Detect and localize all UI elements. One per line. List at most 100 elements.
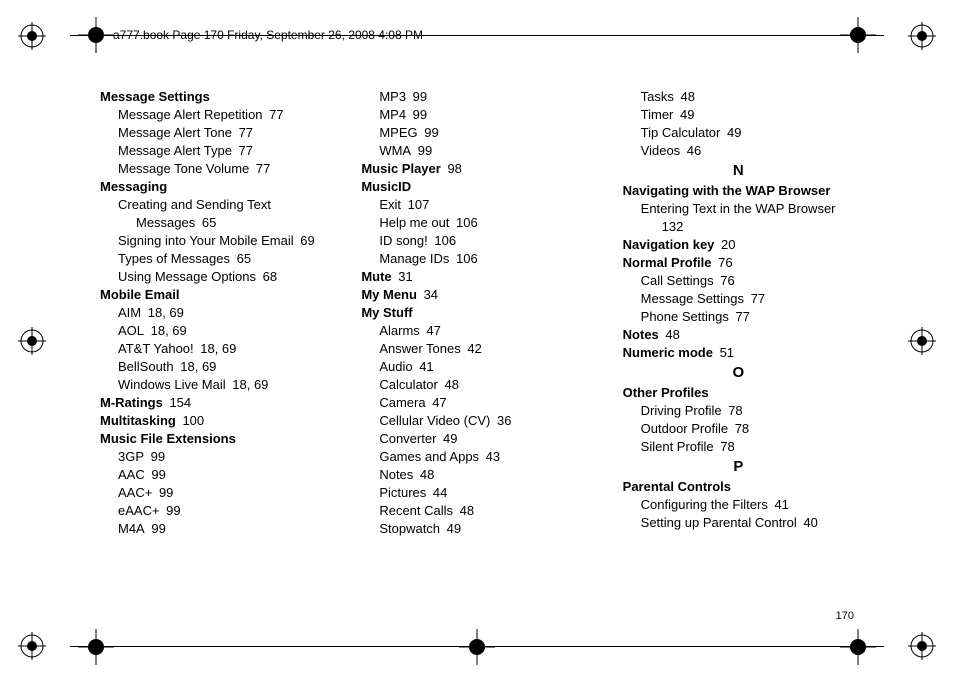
page-ref: 99: [409, 89, 427, 104]
index-heading: Navigation key 20: [623, 236, 854, 254]
index-section-letter: N: [623, 162, 854, 180]
index-entry: Audio 41: [379, 358, 592, 376]
index-heading: Music File Extensions: [100, 430, 331, 448]
index-entry: Videos 46: [641, 142, 854, 160]
index-entry: Messages 65: [136, 214, 331, 232]
page-ref: 78: [731, 421, 749, 436]
index-entry: MP3 99: [379, 88, 592, 106]
index-column: Tasks 48Timer 49Tip Calculator 49Videos …: [623, 88, 854, 592]
crop-mark-icon: [78, 17, 114, 53]
index-heading: Multitasking 100: [100, 412, 331, 430]
index-entry: Message Settings 77: [641, 290, 854, 308]
index-entry: Calculator 48: [379, 376, 592, 394]
index-entry: AAC+ 99: [118, 484, 331, 502]
index-entry: WMA 99: [379, 142, 592, 160]
index-entry: MP4 99: [379, 106, 592, 124]
page-ref: 49: [443, 521, 461, 536]
index-entry: AAC 99: [118, 466, 331, 484]
page-ref: 44: [429, 485, 447, 500]
page-ref: 99: [163, 503, 181, 518]
page-ref: 77: [732, 309, 750, 324]
index-heading: Message Settings: [100, 88, 331, 106]
index-entry: Outdoor Profile 78: [641, 420, 854, 438]
page-ref: 31: [395, 269, 413, 284]
index-heading: Music Player 98: [361, 160, 592, 178]
index-heading: Parental Controls: [623, 478, 854, 496]
page-ref: 69: [297, 233, 315, 248]
index-entry: Recent Calls 48: [379, 502, 592, 520]
page-ref: 40: [800, 515, 818, 530]
page-ref: 43: [482, 449, 500, 464]
index-heading: My Stuff: [361, 304, 592, 322]
page-ref: 99: [148, 521, 166, 536]
page-ref: 51: [716, 345, 734, 360]
index-entry: Creating and Sending Text: [118, 196, 331, 214]
page-ref: 49: [676, 107, 694, 122]
page-ref: 48: [441, 377, 459, 392]
index-entry: Camera 47: [379, 394, 592, 412]
page-ref: 18, 69: [147, 323, 187, 338]
page-ref: 48: [662, 327, 680, 342]
crop-mark-icon: [78, 629, 114, 665]
page-ref: 18, 69: [177, 359, 217, 374]
index-entry: Timer 49: [641, 106, 854, 124]
index-entry: Message Alert Repetition 77: [118, 106, 331, 124]
page-ref: 34: [420, 287, 438, 302]
page-ref: 18, 69: [197, 341, 237, 356]
index-entry: Message Tone Volume 77: [118, 160, 331, 178]
index-entry: Help me out 106: [379, 214, 592, 232]
index-entry: Setting up Parental Control 40: [641, 514, 854, 532]
page-ref: 20: [717, 237, 735, 252]
page-ref: 107: [404, 197, 429, 212]
page-ref: 77: [266, 107, 284, 122]
index-section-letter: P: [623, 458, 854, 476]
page-ref: 106: [452, 251, 477, 266]
page-ref: 48: [416, 467, 434, 482]
index-entry: M4A 99: [118, 520, 331, 538]
page-ref: 78: [717, 439, 735, 454]
index-entry: Silent Profile 78: [641, 438, 854, 456]
page-ref: 47: [429, 395, 447, 410]
index-entry: 3GP 99: [118, 448, 331, 466]
index-heading: Numeric mode 51: [623, 344, 854, 362]
page-number: 170: [836, 610, 854, 622]
page-ref: 98: [444, 161, 462, 176]
index-entry: Answer Tones 42: [379, 340, 592, 358]
registration-mark-icon: [18, 22, 46, 50]
index-heading: M-Ratings 154: [100, 394, 331, 412]
index-entry: BellSouth 18, 69: [118, 358, 331, 376]
index-entry: Pictures 44: [379, 484, 592, 502]
page-ref: 48: [456, 503, 474, 518]
page-ref: 99: [414, 143, 432, 158]
index-entry: Alarms 47: [379, 322, 592, 340]
index-entry: Using Message Options 68: [118, 268, 331, 286]
registration-mark-icon: [908, 22, 936, 50]
page-ref: 99: [409, 107, 427, 122]
page-ref: 48: [677, 89, 695, 104]
registration-mark-icon: [18, 632, 46, 660]
page-ref: 68: [259, 269, 277, 284]
document-header: a777.book Page 170 Friday, September 26,…: [113, 28, 423, 42]
index-entry: Tip Calculator 49: [641, 124, 854, 142]
index-heading: Mute 31: [361, 268, 592, 286]
index-entry: AT&T Yahoo! 18, 69: [118, 340, 331, 358]
crop-mark-icon: [459, 629, 495, 665]
page-ref: 41: [771, 497, 789, 512]
page-ref: 100: [179, 413, 204, 428]
page-ref: 47: [423, 323, 441, 338]
index-heading: MusicID: [361, 178, 592, 196]
registration-mark-icon: [908, 632, 936, 660]
page-ref: 18, 69: [229, 377, 269, 392]
index-heading: Messaging: [100, 178, 331, 196]
index-entry: Converter 49: [379, 430, 592, 448]
crop-mark-icon: [840, 629, 876, 665]
registration-mark-icon: [908, 327, 936, 355]
page-ref: 49: [723, 125, 741, 140]
index-column: Message SettingsMessage Alert Repetition…: [100, 88, 331, 592]
index-entry: Message Alert Type 77: [118, 142, 331, 160]
page-ref: 46: [683, 143, 701, 158]
page-ref: 77: [252, 161, 270, 176]
index-entry: Stopwatch 49: [379, 520, 592, 538]
page-ref: 41: [416, 359, 434, 374]
index-entry: eAAC+ 99: [118, 502, 331, 520]
